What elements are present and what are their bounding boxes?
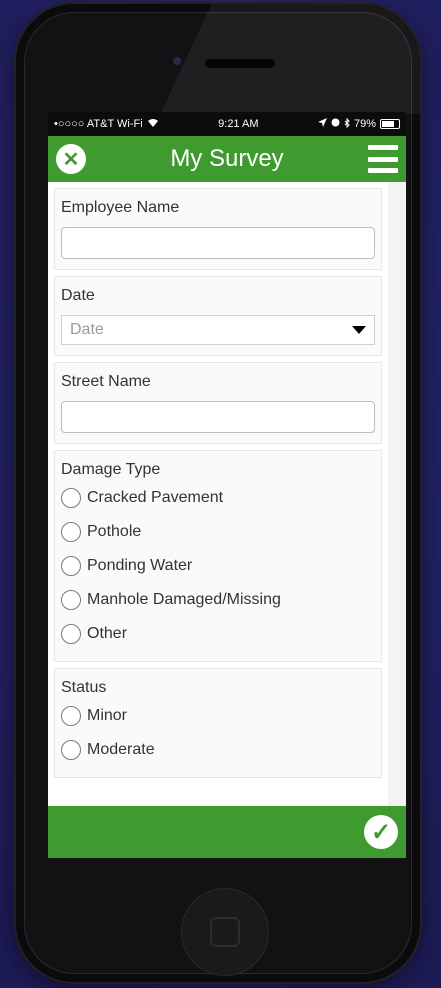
- hamburger-menu-icon-bar: [367, 156, 398, 162]
- close-button[interactable]: ✕: [56, 144, 86, 174]
- employee-name-input[interactable]: [61, 227, 375, 259]
- radio-option-manhole[interactable]: Manhole Damaged/Missing: [61, 583, 375, 617]
- radio-label: Minor: [87, 707, 128, 724]
- radio-option-other[interactable]: Other: [61, 617, 375, 651]
- date-placeholder: Date: [70, 321, 104, 338]
- app-screen: •○○○○ AT&T Wi-Fi 9:21 AM 79% ✕ My Survey: [48, 112, 406, 858]
- radio-button[interactable]: [61, 522, 81, 542]
- radio-option-pothole[interactable]: Pothole: [61, 515, 375, 549]
- status-label: Status: [61, 679, 107, 696]
- damage-type-section: Damage Type Cracked Pavement Pothole Pon…: [54, 450, 382, 662]
- radio-label: Ponding Water: [87, 557, 193, 574]
- home-button[interactable]: [181, 888, 269, 976]
- home-square-icon: [210, 917, 240, 947]
- submit-button[interactable]: ✓: [364, 815, 398, 849]
- radio-button[interactable]: [61, 740, 81, 760]
- street-name-input[interactable]: [61, 401, 375, 433]
- dropdown-caret-icon: [352, 326, 366, 334]
- checkmark-icon: ✓: [370, 818, 392, 846]
- damage-type-label: Damage Type: [61, 461, 161, 478]
- survey-form: Employee Name Date Date Street Name Dama…: [48, 182, 388, 806]
- radio-button[interactable]: [61, 706, 81, 726]
- radio-option-ponding-water[interactable]: Ponding Water: [61, 549, 375, 583]
- employee-name-section: Employee Name: [54, 188, 382, 270]
- employee-name-label: Employee Name: [61, 199, 180, 216]
- date-section: Date Date: [54, 276, 382, 356]
- front-camera: [173, 57, 181, 65]
- battery-percent: 79%: [353, 118, 376, 130]
- close-icon: ✕: [62, 148, 80, 171]
- radio-label: Other: [87, 625, 128, 642]
- wifi-icon: [147, 118, 159, 131]
- date-select[interactable]: Date: [61, 315, 375, 345]
- radio-label: Cracked Pavement: [87, 489, 224, 506]
- status-bar: •○○○○ AT&T Wi-Fi 9:21 AM 79%: [48, 112, 406, 136]
- radio-label: Pothole: [87, 523, 142, 540]
- app-footer: ✓: [48, 806, 406, 858]
- radio-option-minor[interactable]: Minor: [61, 699, 375, 733]
- battery-icon: [379, 119, 400, 129]
- radio-button[interactable]: [61, 624, 81, 644]
- radio-button[interactable]: [61, 590, 81, 610]
- clock: 9:21 AM: [218, 118, 259, 130]
- bluetooth-icon: [344, 117, 350, 131]
- status-section: Status Minor Moderate: [54, 668, 382, 778]
- radio-option-cracked-pavement[interactable]: Cracked Pavement: [61, 481, 375, 515]
- date-label: Date: [61, 287, 95, 304]
- alarm-icon: [331, 118, 340, 130]
- radio-label: Manhole Damaged/Missing: [87, 591, 281, 608]
- street-name-section: Street Name: [54, 362, 382, 444]
- app-header: ✕ My Survey: [48, 136, 406, 182]
- earpiece-speaker: [205, 59, 275, 68]
- radio-option-moderate[interactable]: Moderate: [61, 733, 375, 767]
- page-title: My Survey: [170, 145, 284, 172]
- hamburger-menu-icon-bar: [367, 145, 398, 150]
- street-name-label: Street Name: [61, 373, 151, 390]
- carrier-label: •○○○○ AT&T Wi-Fi: [54, 118, 143, 130]
- location-icon: [317, 118, 327, 130]
- radio-button[interactable]: [61, 488, 81, 508]
- menu-button[interactable]: [367, 145, 398, 173]
- radio-button[interactable]: [61, 556, 81, 576]
- hamburger-menu-icon-bar: [367, 168, 398, 173]
- radio-label: Moderate: [87, 741, 155, 758]
- scrollbar[interactable]: [388, 182, 406, 806]
